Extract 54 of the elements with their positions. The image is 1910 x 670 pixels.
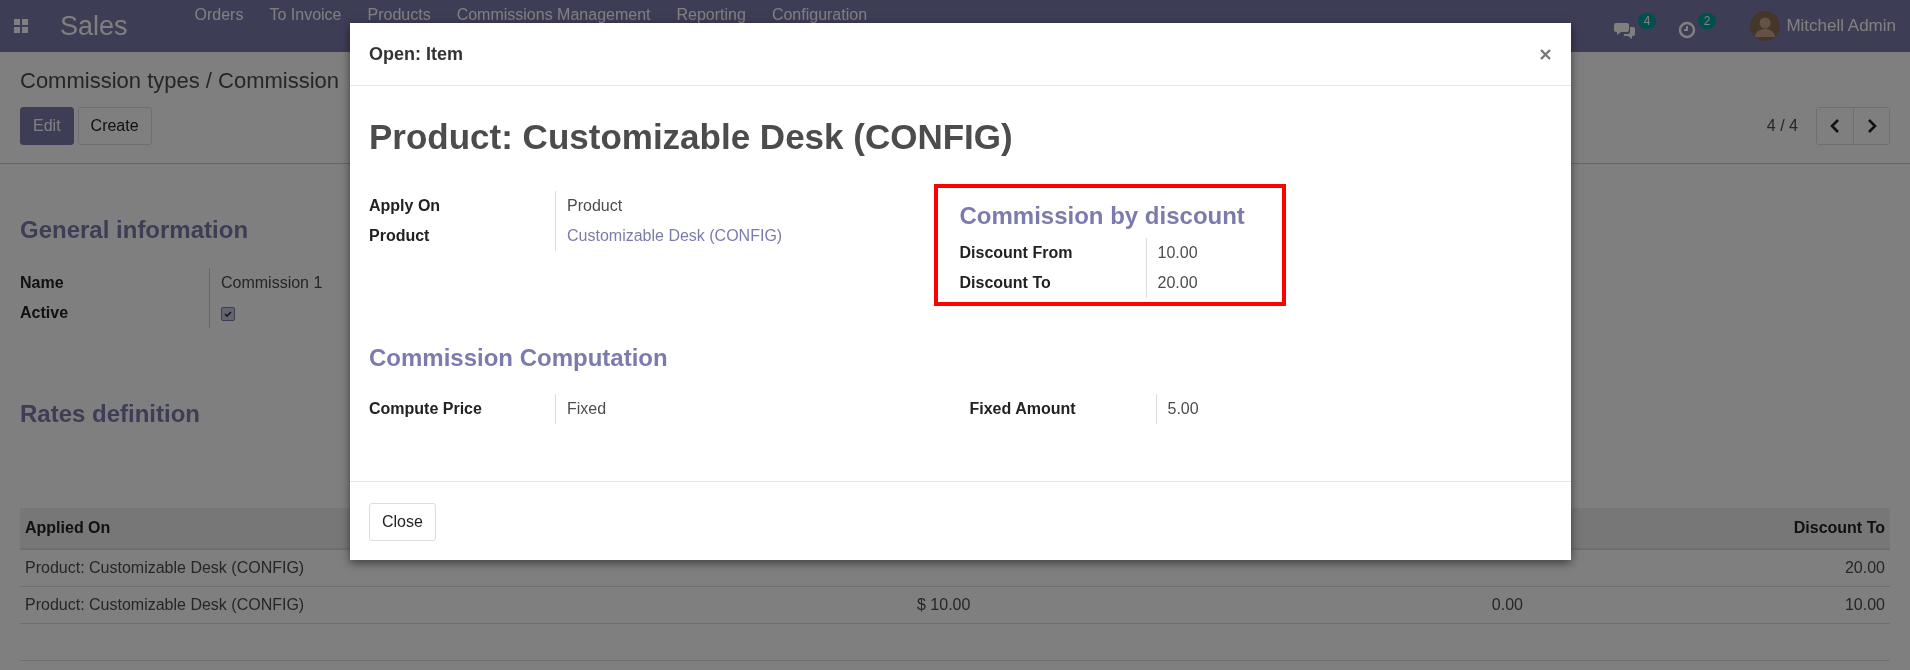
activity-count-badge: 2 [1697, 13, 1717, 29]
menu-item[interactable]: Configuration [758, 6, 881, 24]
menu-item[interactable]: Products [354, 6, 444, 24]
table-cell: 10.00 [1844, 596, 1885, 613]
record-title: Product: Customizable Desk (CONFIG) [369, 117, 1014, 157]
field-label: Apply On [369, 191, 556, 221]
active-checkbox[interactable] [221, 306, 235, 321]
section-heading: Rates definition [20, 400, 200, 428]
close-button[interactable]: Close [369, 503, 436, 541]
dialog-title: Open: Item [369, 43, 463, 65]
field-value: 20.00 [1157, 274, 1198, 291]
field-label: Active [20, 298, 210, 328]
field-label: Product [369, 221, 556, 251]
field-value: 10.00 [1157, 244, 1198, 261]
user-menu[interactable]: Mitchell Admin [1750, 11, 1896, 41]
group-heading: Commission by discount [959, 202, 1246, 230]
breadcrumb: Commission types / Commission [20, 68, 341, 94]
menu-item[interactable]: Reporting [663, 6, 759, 24]
app-name[interactable]: Sales [60, 10, 128, 42]
messages-button[interactable]: 4 [1614, 13, 1657, 39]
create-button[interactable]: Create [77, 107, 152, 145]
next-button[interactable] [1853, 108, 1889, 144]
menu-item[interactable]: Commissions Management [443, 6, 664, 24]
chat-icon [1614, 21, 1637, 39]
field-label: Discount From [959, 238, 1147, 268]
section-heading: General information [20, 216, 249, 244]
menu-item[interactable]: To Invoice [256, 6, 355, 24]
close-icon[interactable] [1538, 46, 1553, 62]
field-value: 5.00 [1167, 400, 1199, 417]
table-cell: 20.00 [1844, 559, 1885, 576]
clock-icon [1678, 21, 1697, 39]
product-link[interactable]: Customizable Desk (CONFIG) [567, 227, 783, 244]
field-value: Commission 1 [221, 274, 323, 291]
field-label: Compute Price [369, 394, 556, 424]
message-count-badge: 4 [1637, 13, 1657, 29]
section-heading: Commission Computation [369, 344, 669, 372]
check-icon [223, 308, 233, 319]
field-label: Name [20, 268, 210, 298]
table-cell: $ 10.00 [917, 596, 971, 613]
field-label: Discount To [959, 268, 1147, 298]
pager-counter: 4 / 4 [1766, 117, 1798, 135]
field-value: Product [567, 197, 623, 214]
activities-button[interactable]: 2 [1678, 13, 1717, 39]
chevron-left-icon [1830, 119, 1840, 133]
table-cell: 0.00 [1491, 596, 1523, 613]
field-value: Fixed [567, 400, 607, 417]
menu-item[interactable]: Orders [181, 6, 257, 24]
table-cell: Product: Customizable Desk (CONFIG) [25, 559, 305, 576]
table-cell: Product: Customizable Desk (CONFIG) [25, 596, 305, 613]
chevron-right-icon [1866, 119, 1877, 133]
apps-icon[interactable] [14, 19, 28, 33]
edit-button[interactable]: Edit [20, 107, 74, 145]
avatar-icon [1750, 11, 1781, 41]
field-label: Fixed Amount [969, 394, 1157, 424]
